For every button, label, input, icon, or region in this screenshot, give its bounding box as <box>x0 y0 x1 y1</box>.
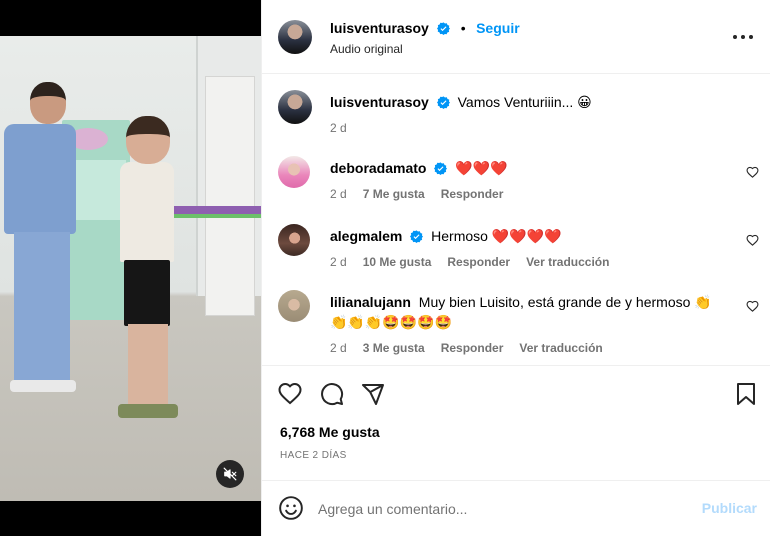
verified-badge-icon <box>436 96 450 109</box>
post-timestamp[interactable]: HACE 2 DÍAS <box>280 450 347 461</box>
heart-icon[interactable] <box>746 166 759 178</box>
see-translation-button[interactable]: Ver traducción <box>526 252 609 272</box>
comment-likes-count[interactable]: 10 Me gusta <box>363 252 432 272</box>
caption-username[interactable]: luisventurasoy <box>330 94 429 110</box>
caption-text: Vamos Venturiiin... 😀 <box>457 94 592 110</box>
more-options-icon[interactable] <box>733 30 753 44</box>
comment-input[interactable] <box>318 497 688 521</box>
audio-label[interactable]: Audio original <box>330 42 403 56</box>
commenter-username[interactable]: deboradamato <box>330 160 426 176</box>
header-separator: • <box>460 20 466 36</box>
caption-avatar[interactable] <box>278 90 312 124</box>
comment-time[interactable]: 2 d <box>330 252 347 272</box>
child-figure <box>118 116 178 426</box>
reply-button[interactable]: Responder <box>441 184 504 204</box>
author-avatar[interactable] <box>278 20 312 54</box>
comment-time[interactable]: 2 d <box>330 184 347 204</box>
reply-button[interactable]: Responder <box>447 252 510 272</box>
comment-composer: Publicar <box>262 480 770 536</box>
verified-badge-icon <box>437 22 451 35</box>
comment-likes-count[interactable]: 3 Me gusta <box>363 338 425 358</box>
commenter-avatar[interactable] <box>278 156 310 188</box>
commenter-avatar[interactable] <box>278 290 310 322</box>
follow-button[interactable]: Seguir <box>476 20 520 36</box>
verified-badge-icon <box>434 162 448 175</box>
comment-time[interactable]: 2 d <box>330 338 347 358</box>
share-icon[interactable] <box>361 382 385 406</box>
see-translation-button[interactable]: Ver traducción <box>519 338 602 358</box>
verified-badge-icon <box>410 230 424 243</box>
commenter-username[interactable]: lilianalujann <box>330 294 411 310</box>
heart-icon[interactable] <box>746 234 759 246</box>
comment-icon[interactable] <box>320 382 344 406</box>
reply-button[interactable]: Responder <box>441 338 504 358</box>
author-username[interactable]: luisventurasoy <box>330 20 429 36</box>
heart-icon[interactable] <box>746 300 759 312</box>
video-player[interactable] <box>0 36 261 501</box>
heart-icon[interactable] <box>278 382 302 406</box>
caption-time[interactable]: 2 d <box>330 118 347 138</box>
muted-speaker-icon <box>223 467 237 481</box>
emoji-icon[interactable] <box>278 495 304 521</box>
post-media <box>0 0 261 536</box>
comment-text: Hermoso ❤️❤️❤️❤️ <box>431 228 562 244</box>
commenter-username[interactable]: alegmalem <box>330 228 402 244</box>
bookmark-icon[interactable] <box>734 382 758 406</box>
comment-likes-count[interactable]: 7 Me gusta <box>363 184 425 204</box>
post-header: luisventurasoy • Seguir Audio original <box>262 0 770 74</box>
publish-button[interactable]: Publicar <box>702 500 757 516</box>
likes-count[interactable]: 6,768 Me gusta <box>280 424 380 440</box>
adult-figure <box>4 82 82 406</box>
commenter-avatar[interactable] <box>278 224 310 256</box>
comments-list[interactable]: luisventurasoy Vamos Venturiiin... 😀 2 d… <box>262 74 770 366</box>
post-panel: luisventurasoy • Seguir Audio original l… <box>261 0 770 536</box>
comment-text: ❤️❤️❤️ <box>455 160 508 176</box>
mute-toggle-button[interactable] <box>216 460 244 488</box>
